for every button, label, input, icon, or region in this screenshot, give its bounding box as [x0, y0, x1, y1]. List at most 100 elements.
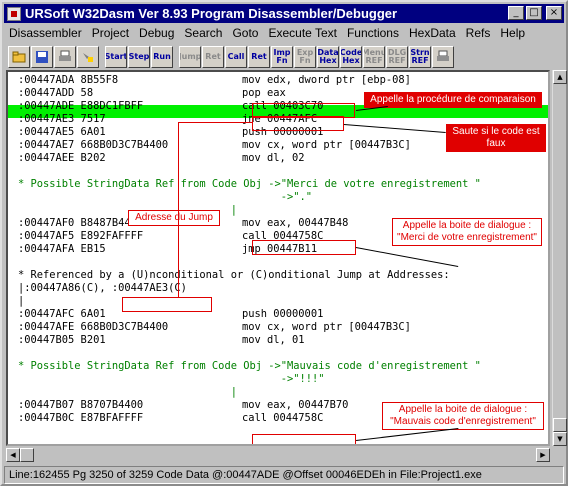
annotation-dialog-ok: Appelle la boite de dialogue : "Merci de…: [392, 218, 542, 246]
address-bytes: :00447AFA EB15: [18, 243, 106, 255]
toolbar-call[interactable]: Call: [225, 46, 247, 68]
string-ref-line[interactable]: ->".": [18, 191, 312, 204]
menu-hexdata[interactable]: HexData: [404, 26, 461, 40]
window-title: URSoft W32Dasm Ver 8.93 Program Disassem…: [25, 6, 398, 21]
menu-search[interactable]: Search: [179, 26, 227, 40]
string-ref-line[interactable]: * Possible StringData Ref from Code Obj …: [18, 360, 481, 373]
code-line[interactable]: :00447ADD 58 pop eax: [18, 87, 286, 100]
instruction: push 00000001: [242, 308, 324, 320]
address-bytes: :00447ADD 58: [18, 87, 94, 99]
printer-icon: [59, 50, 71, 61]
toolbar-imp-fn[interactable]: Imp Fn: [271, 46, 293, 68]
instruction: call 0044758C: [242, 412, 324, 424]
print-button[interactable]: [54, 46, 76, 68]
close-button[interactable]: ×: [546, 6, 562, 20]
address-bytes: :00447AE5 6A01: [18, 126, 106, 138]
code-line[interactable]: :00447AEE B202 mov dl, 02: [18, 152, 305, 165]
scroll-right-button[interactable]: ▶: [536, 448, 550, 462]
comment-line[interactable]: |:00447A86(C), :00447AE3(C): [18, 282, 187, 295]
address-bytes: :00447AF5 E892FAFFFF: [18, 230, 144, 242]
menu-help[interactable]: Help: [495, 26, 530, 40]
annotation-jump-fail: Saute si le code est faux: [446, 124, 546, 152]
save-file-button[interactable]: [31, 46, 53, 68]
string-ref-line[interactable]: ->"!!!": [18, 373, 325, 386]
toolbar-start[interactable]: Start: [105, 46, 127, 68]
menu-disassembler[interactable]: Disassembler: [4, 26, 87, 40]
open-file-button[interactable]: [8, 46, 30, 68]
address-bytes: :00447B05 B201: [18, 334, 106, 346]
jne-box: [252, 116, 344, 131]
code-line[interactable]: :00447AE7 668B0D3C7B4400 mov cx, word ptr…: [18, 139, 411, 152]
menu-refs[interactable]: Refs: [461, 26, 496, 40]
pointer-dialog-ok: [355, 247, 458, 267]
printer-icon: [437, 50, 449, 61]
address-bytes: :00447ADA 8B55F8: [18, 74, 119, 86]
code-line[interactable]: :00447AFE 668B0D3C7B4400 mov cx, word ptr…: [18, 321, 411, 334]
horizontal-scrollbar[interactable]: ◀ ▶: [6, 448, 550, 462]
scroll-up-button[interactable]: ▲: [553, 70, 567, 84]
app-icon[interactable]: [7, 6, 21, 21]
horizontal-scroll-thumb[interactable]: [20, 448, 34, 462]
toolbar-ret-gray[interactable]: Ret: [202, 46, 224, 68]
toolbar-code-hex[interactable]: Code Hex: [340, 46, 362, 68]
address-bytes: :00447AEE B202: [18, 152, 106, 164]
code-line[interactable]: :00447B07 B8707B4400 mov eax, 00447B70: [18, 399, 348, 412]
string-ref-line[interactable]: * Possible StringData Ref from Code Obj …: [18, 178, 481, 191]
toolbar-data-hex[interactable]: Data Hex: [317, 46, 339, 68]
annotation-connector: [178, 122, 252, 123]
toolbar-ret[interactable]: Ret: [248, 46, 270, 68]
toolbar: Start Step Run Jump Ret Call Ret Imp Fn …: [4, 44, 564, 70]
menu-goto[interactable]: Goto: [227, 26, 263, 40]
toolbar-run[interactable]: Run: [151, 46, 173, 68]
call-bad-box: [252, 434, 356, 444]
address-bytes: :00447AFE 668B0D3C7B4400: [18, 321, 169, 333]
call-ok-box: [252, 240, 356, 255]
menu-execute-text[interactable]: Execute Text: [263, 26, 341, 40]
address-bytes: :00447ADE E88DC1FBFF: [18, 100, 144, 112]
instruction: mov cx, word ptr [00447B3C]: [242, 321, 411, 333]
menu-functions[interactable]: Functions: [342, 26, 404, 40]
toolbar-menu-ref[interactable]: Menu REF: [363, 46, 385, 68]
annotation-compare: Appelle la procédure de comparaison: [364, 92, 542, 108]
title-bar[interactable]: URSoft W32Dasm Ver 8.93 Program Disassem…: [4, 4, 564, 23]
scroll-down-button[interactable]: ▼: [553, 432, 567, 446]
minimize-button[interactable]: _: [508, 6, 524, 20]
instruction: mov eax, 00447B70: [242, 399, 349, 411]
instruction: pop eax: [242, 87, 286, 99]
folder-icon: [12, 51, 26, 63]
toolbar-step[interactable]: Step: [128, 46, 150, 68]
disassembly-view[interactable]: :00447ADA 8B55F8 mov edx, dword ptr [ebp-…: [6, 70, 550, 446]
instruction: mov cx, word ptr [00447B3C]: [242, 139, 411, 151]
jump-ref-box: [122, 297, 212, 312]
toolbar-dlg-ref[interactable]: DLG REF: [386, 46, 408, 68]
vertical-scrollbar[interactable]: ▲ ▼: [552, 70, 567, 446]
toolbar-exp-fn[interactable]: Exp Fn: [294, 46, 316, 68]
code-line[interactable]: :00447ADA 8B55F8 mov edx, dword ptr [ebp-…: [18, 74, 411, 87]
main-window: URSoft W32Dasm Ver 8.93 Program Disassem…: [0, 0, 568, 486]
menu-bar: Disassembler Project Debug Search Goto E…: [4, 24, 564, 42]
menu-debug[interactable]: Debug: [134, 26, 179, 40]
vertical-scroll-thumb[interactable]: [553, 418, 567, 432]
font-button[interactable]: [77, 46, 99, 68]
address-bytes: :00447B0C E87BFAFFFF: [18, 412, 144, 424]
scroll-left-button[interactable]: ◀: [6, 448, 20, 462]
toolbar-strn-ref[interactable]: Strn REF: [409, 46, 431, 68]
annotation-dialog-bad: Appelle la boite de dialogue : "Mauvais …: [382, 402, 544, 430]
maximize-button[interactable]: □: [526, 6, 542, 20]
annotation-connector: [178, 122, 179, 298]
annotation-jump-address: Adresse du Jump: [128, 210, 220, 226]
print-preview-button[interactable]: [432, 46, 454, 68]
code-line[interactable]: :00447B05 B201 mov dl, 01: [18, 334, 305, 347]
disk-icon: [36, 51, 48, 63]
string-ref-line[interactable]: |: [18, 386, 237, 399]
comment-line[interactable]: |: [18, 295, 24, 308]
instruction: mov dl, 02: [242, 152, 305, 164]
menu-project[interactable]: Project: [87, 26, 134, 40]
toolbar-jump[interactable]: Jump: [179, 46, 201, 68]
instruction: mov edx, dword ptr [ebp-08]: [242, 74, 411, 86]
code-line[interactable]: :00447B0C E87BFAFFFF call 0044758C: [18, 412, 323, 425]
instruction: mov dl, 01: [242, 334, 305, 346]
address-bytes: :00447AE7 668B0D3C7B4400: [18, 139, 169, 151]
comment-line[interactable]: * Referenced by a (U)nconditional or (C)…: [18, 269, 450, 282]
address-bytes: :00447B07 B8707B4400: [18, 399, 144, 411]
